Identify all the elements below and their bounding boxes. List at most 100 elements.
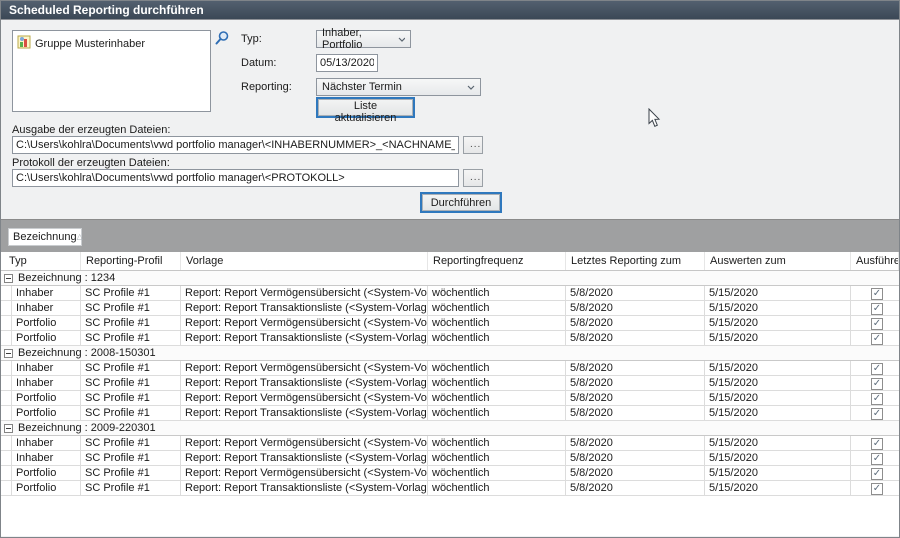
cell-typ: Inhaber — [12, 286, 81, 300]
reporting-select[interactable]: Nächster Termin — [316, 78, 481, 96]
table-row[interactable]: PortfolioSC Profile #1Report: Report Ver… — [1, 316, 899, 331]
output-path-input[interactable] — [12, 136, 459, 154]
group-indent — [1, 391, 12, 405]
ausfuehren-checkbox[interactable]: ✓ — [871, 288, 883, 300]
cell-profil: SC Profile #1 — [81, 406, 181, 420]
cell-auswerten: 5/15/2020 — [705, 316, 851, 330]
cell-profil: SC Profile #1 — [81, 466, 181, 480]
table-row[interactable]: InhaberSC Profile #1Report: Report Vermö… — [1, 436, 899, 451]
window-title: Scheduled Reporting durchführen — [1, 1, 899, 20]
cell-vorlage: Report: Report Vermögensübersicht (<Syst… — [181, 361, 428, 375]
ausfuehren-checkbox[interactable]: ✓ — [871, 438, 883, 450]
column-header-reportingfrequenz[interactable]: Reportingfrequenz — [428, 252, 566, 270]
cell-profil: SC Profile #1 — [81, 361, 181, 375]
table-row[interactable]: PortfolioSC Profile #1Report: Report Tra… — [1, 481, 899, 496]
protocol-browse-button[interactable]: ... — [463, 169, 483, 187]
cell-frequenz: wöchentlich — [428, 406, 566, 420]
cell-typ: Inhaber — [12, 301, 81, 315]
group-indent — [1, 331, 12, 345]
column-header-letztes-reporting-zum[interactable]: Letztes Reporting zum — [566, 252, 705, 270]
column-header-ausfuehren[interactable]: Ausführen — [851, 252, 899, 270]
ausfuehren-checkbox[interactable]: ✓ — [871, 318, 883, 330]
group-row[interactable]: Bezeichnung : 1234 — [1, 271, 899, 286]
cell-vorlage: Report: Report Transaktionsliste (<Syste… — [181, 376, 428, 390]
collapse-icon[interactable] — [4, 349, 13, 358]
cell-typ: Portfolio — [12, 331, 81, 345]
refresh-list-button[interactable]: Liste aktualisieren — [316, 97, 415, 118]
cell-typ: Portfolio — [12, 466, 81, 480]
table-row[interactable]: PortfolioSC Profile #1Report: Report Tra… — [1, 406, 899, 421]
table-row[interactable]: InhaberSC Profile #1Report: Report Trans… — [1, 376, 899, 391]
group-row[interactable]: Bezeichnung : 2008-150301 — [1, 346, 899, 361]
cell-frequenz: wöchentlich — [428, 361, 566, 375]
ausfuehren-checkbox[interactable]: ✓ — [871, 363, 883, 375]
table-row[interactable]: PortfolioSC Profile #1Report: Report Tra… — [1, 331, 899, 346]
cell-ausfuehren: ✓ — [851, 481, 899, 495]
table-row[interactable]: InhaberSC Profile #1Report: Report Trans… — [1, 301, 899, 316]
cell-ausfuehren: ✓ — [851, 391, 899, 405]
group-by-band[interactable]: Bezeichnung △ — [1, 219, 899, 252]
cell-letztes: 5/8/2020 — [566, 376, 705, 390]
list-item[interactable]: Gruppe Musterinhaber — [13, 31, 210, 52]
mouse-cursor-icon — [647, 108, 661, 131]
output-browse-button[interactable]: ... — [463, 136, 483, 154]
magnifier-icon[interactable] — [214, 30, 230, 46]
group-indent — [1, 361, 12, 375]
cell-vorlage: Report: Report Transaktionsliste (<Syste… — [181, 481, 428, 495]
cell-typ: Inhaber — [12, 376, 81, 390]
cell-ausfuehren: ✓ — [851, 331, 899, 345]
cell-letztes: 5/8/2020 — [566, 361, 705, 375]
protocol-path-label: Protokoll der erzeugten Dateien: — [12, 157, 170, 169]
collapse-icon[interactable] — [4, 424, 13, 433]
table-row[interactable]: InhaberSC Profile #1Report: Report Trans… — [1, 451, 899, 466]
column-header-typ[interactable]: Typ — [1, 252, 81, 270]
ausfuehren-checkbox[interactable]: ✓ — [871, 393, 883, 405]
cell-vorlage: Report: Report Vermögensübersicht (<Syst… — [181, 436, 428, 450]
group-row-label: Bezeichnung : 1234 — [18, 272, 115, 284]
cell-ausfuehren: ✓ — [851, 361, 899, 375]
reporting-label: Reporting: — [241, 81, 292, 93]
typ-select[interactable]: Inhaber, Portfolio — [316, 30, 411, 48]
group-by-chip-bezeichnung[interactable]: Bezeichnung △ — [8, 228, 82, 246]
ausfuehren-checkbox[interactable]: ✓ — [871, 453, 883, 465]
column-header-auswerten-zum[interactable]: Auswerten zum — [705, 252, 851, 270]
table-row[interactable]: PortfolioSC Profile #1Report: Report Ver… — [1, 391, 899, 406]
group-indent — [1, 466, 12, 480]
cell-typ: Inhaber — [12, 361, 81, 375]
table-row[interactable]: InhaberSC Profile #1Report: Report Vermö… — [1, 361, 899, 376]
cell-vorlage: Report: Report Transaktionsliste (<Syste… — [181, 406, 428, 420]
ausfuehren-checkbox[interactable]: ✓ — [871, 333, 883, 345]
table-row[interactable]: InhaberSC Profile #1Report: Report Vermö… — [1, 286, 899, 301]
ausfuehren-checkbox[interactable]: ✓ — [871, 378, 883, 390]
ausfuehren-checkbox[interactable]: ✓ — [871, 303, 883, 315]
group-indent — [1, 376, 12, 390]
cell-auswerten: 5/15/2020 — [705, 361, 851, 375]
grid-header-row: Typ Reporting-Profil Vorlage Reportingfr… — [1, 252, 899, 271]
cell-typ: Inhaber — [12, 451, 81, 465]
reporting-select-value: Nächster Termin — [322, 81, 402, 93]
cell-profil: SC Profile #1 — [81, 331, 181, 345]
group-indent — [1, 436, 12, 450]
protocol-path-input[interactable] — [12, 169, 459, 187]
column-header-reporting-profil[interactable]: Reporting-Profil — [81, 252, 181, 270]
cell-vorlage: Report: Report Vermögensübersicht (<Syst… — [181, 316, 428, 330]
ausfuehren-checkbox[interactable]: ✓ — [871, 468, 883, 480]
cell-profil: SC Profile #1 — [81, 436, 181, 450]
ausfuehren-checkbox[interactable]: ✓ — [871, 408, 883, 420]
column-header-vorlage[interactable]: Vorlage — [181, 252, 428, 270]
cell-auswerten: 5/15/2020 — [705, 286, 851, 300]
table-row[interactable]: PortfolioSC Profile #1Report: Report Ver… — [1, 466, 899, 481]
cell-profil: SC Profile #1 — [81, 286, 181, 300]
cell-frequenz: wöchentlich — [428, 436, 566, 450]
datum-input[interactable] — [316, 54, 378, 72]
ausfuehren-checkbox[interactable]: ✓ — [871, 483, 883, 495]
execute-button[interactable]: Durchführen — [420, 192, 502, 213]
group-row[interactable]: Bezeichnung : 2009-220301 — [1, 421, 899, 436]
cell-profil: SC Profile #1 — [81, 301, 181, 315]
cell-auswerten: 5/15/2020 — [705, 451, 851, 465]
collapse-icon[interactable] — [4, 274, 13, 283]
cell-profil: SC Profile #1 — [81, 376, 181, 390]
owner-listbox[interactable]: Gruppe Musterinhaber — [12, 30, 211, 112]
cell-letztes: 5/8/2020 — [566, 466, 705, 480]
cell-ausfuehren: ✓ — [851, 406, 899, 420]
